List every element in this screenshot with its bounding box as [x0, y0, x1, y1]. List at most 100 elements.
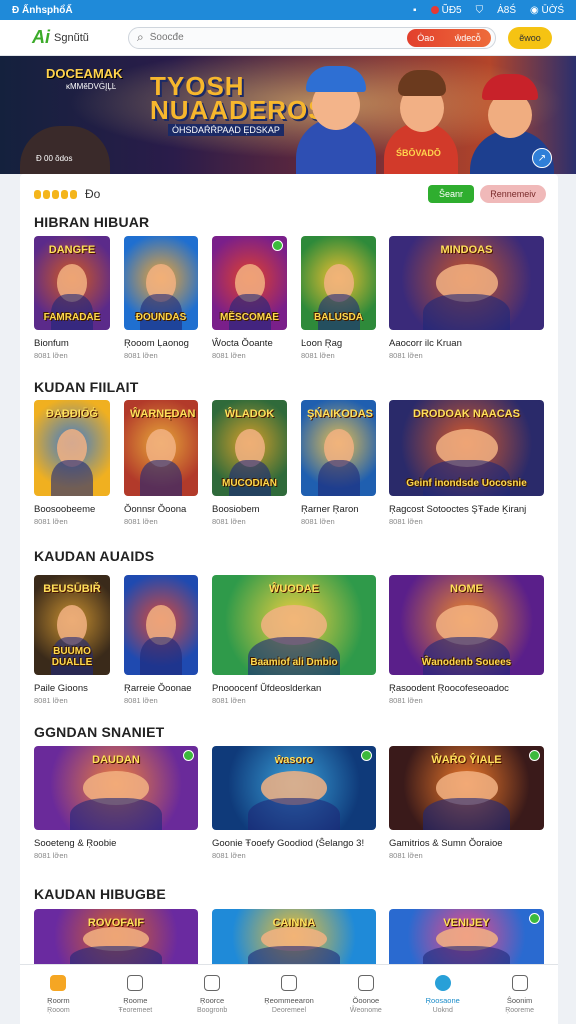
game-meta: 8081 lỡen: [301, 517, 335, 526]
nav-item[interactable]: Ŗoorm Ŗooom: [20, 965, 97, 1024]
nav-sublabel: Boogronb: [196, 1007, 228, 1014]
hero-character-red-hair: [398, 70, 446, 96]
game-thumbnail[interactable]: NOME Ŵanodenb Souees: [389, 575, 544, 675]
pink-action-button[interactable]: Ŗennemeiv: [480, 185, 546, 203]
nav-icon: [511, 975, 528, 991]
game-thumbnail[interactable]: ŴAŔO ŶIAĻE: [389, 746, 544, 830]
nav-sublabel: Ŵeonome: [349, 1007, 382, 1014]
game-thumb-title: VENIJEY: [443, 917, 490, 929]
nav-label: Ŏoonoe: [352, 996, 380, 1005]
hero-shirt-text: ŚBŌVADŌ: [396, 148, 441, 158]
game-character-body: [423, 637, 510, 675]
game-tile[interactable]: ŴLADOK MUCODIAN Boosiobem 8081 lỡen: [212, 400, 287, 530]
game-title: Boosoobeeme: [34, 504, 96, 515]
game-tile[interactable]: MĔSCOMAE Ŵocta Ŏoante 8081 lỡen: [212, 236, 287, 364]
game-thumbnail[interactable]: DAUDAN: [34, 746, 198, 830]
logo-text: Sgnũtũ: [54, 31, 89, 44]
game-thumb-title: DRODOAK NAACAS: [413, 408, 520, 420]
game-tile[interactable]: DRODOAK NAACAS Geinf inondsde Uocosnie Ŗag…: [389, 400, 544, 530]
game-thumb-title: ŴARNĘDAN: [130, 408, 196, 420]
section-title: KAUDAN AUAIDS: [34, 548, 155, 564]
game-tile[interactable]: ŵasoro Goonie Ŧooefy Goodiod (Ŝelango 3! 8…: [212, 746, 376, 864]
coin-icon: [70, 189, 77, 199]
search-input[interactable]: [149, 32, 401, 43]
game-thumbnail[interactable]: BALUSDA: [301, 236, 376, 330]
game-thumbnail[interactable]: ROVOFAIF: [34, 909, 198, 969]
bottom-nav: Ŗoorm Ŗooom Ŗoome Ŧeoremeet Ŗoorce Boogronb Ŗe…: [20, 964, 558, 1024]
game-title: Paile Gioons: [34, 683, 88, 694]
nav-sublabel: Uoknd: [432, 1007, 453, 1014]
hero-play-button[interactable]: ↗: [532, 148, 552, 168]
game-meta: 8081 lỡen: [212, 517, 246, 526]
game-thumbnail[interactable]: DRODOAK NAACAS Geinf inondsde Uocosnie: [389, 400, 544, 496]
coin-icon: [43, 189, 50, 199]
shield-icon: ⛉: [475, 4, 484, 16]
game-thumbnail[interactable]: ŴLADOK MUCODIAN: [212, 400, 287, 496]
section-title: GGNDAN SNANIET: [34, 724, 165, 740]
game-thumbnail[interactable]: MĔSCOMAE: [212, 236, 287, 330]
game-title: Ŗasoodent Ŗoocofeseoadoc: [389, 683, 509, 694]
game-character-body: [140, 637, 182, 675]
nav-item[interactable]: Ŗoorce Boogronb: [174, 965, 251, 1024]
game-tile[interactable]: ŴARNĘDAN Ŏonnsr Ŏoona 8081 lỡen: [124, 400, 198, 530]
game-tile[interactable]: ŴAŔO ŶIAĻE Gamitrios & Sumn Ŏoraioe 8081 l…: [389, 746, 544, 864]
nav-sublabel: Ŧeoremeet: [118, 1007, 153, 1014]
nav-item[interactable]: Ŗoome Ŧeoremeet: [97, 965, 174, 1024]
game-thumbnail[interactable]: VENIJEY: [389, 909, 544, 969]
game-meta: 8081 lỡen: [34, 351, 68, 360]
game-thumbnail[interactable]: ŴARNĘDAN: [124, 400, 198, 496]
game-thumb-title: CAINNA: [272, 917, 316, 929]
game-tile[interactable]: ĐAĐĐIŌĠ Boosoobeeme 8081 lỡen: [34, 400, 110, 530]
game-tile[interactable]: ŞŃAIKODAS Ŗarner Ŗaron 8081 lỡen: [301, 400, 376, 530]
game-thumbnail[interactable]: CAINNA: [212, 909, 376, 969]
game-thumbnail[interactable]: BEUSŪBIŘ BUUMO DUALLE: [34, 575, 110, 675]
app-logo[interactable]: Ai Sgnũtũ: [32, 27, 116, 48]
game-title: Ŀoon Ŗag: [301, 338, 343, 349]
nav-icon: [357, 975, 374, 991]
game-meta: 8081 lỡen: [124, 517, 158, 526]
nav-item[interactable]: Ŝoonim Ŗooreme: [481, 965, 558, 1024]
game-thumbnail[interactable]: MINDOAS: [389, 236, 544, 330]
game-thumb-caption: Baamiof ali Dmbio: [250, 657, 338, 668]
nav-icon: [434, 975, 451, 991]
search-icon: ⌕: [137, 30, 144, 44]
nav-item[interactable]: Ŗoosaone Uoknd: [404, 965, 481, 1024]
game-tile[interactable]: NOME Ŵanodenb Souees Ŗasoodent Ŗoocofeseoa…: [389, 575, 544, 709]
green-action-button[interactable]: Ŝeanr: [428, 185, 474, 203]
search-action-label-1: Ȯao: [417, 32, 435, 43]
game-thumbnail[interactable]: ŴUODAE Baamiof ali Dmbio: [212, 575, 376, 675]
game-title: Ŵocta Ŏoante: [212, 338, 273, 349]
game-tile[interactable]: ĐOUNDAS Ŗooom Ḷaonog 8081 lỡen: [124, 236, 198, 364]
game-thumbnail[interactable]: ĐAĐĐIŌĠ: [34, 400, 110, 496]
game-tile[interactable]: ŴUODAE Baamiof ali Dmbio Pnooocenf Ŭfdeosl…: [212, 575, 376, 709]
login-button[interactable]: ẽwoo: [508, 26, 552, 49]
search-action-button[interactable]: Ȯao ŵdecỗ: [407, 28, 491, 47]
game-tile[interactable]: BEUSŪBIŘ BUUMO DUALLE Paile Gioons 8081 lỡe…: [34, 575, 110, 709]
nav-label: Ŝoonim: [506, 996, 533, 1005]
game-thumbnail[interactable]: ŞŃAIKODAS: [301, 400, 376, 496]
game-thumbnail[interactable]: [124, 575, 198, 675]
game-tile[interactable]: DANGFE FAMRADAE Bionfum 8081 lỡen: [34, 236, 110, 364]
game-title: Pnooocenf Ŭfdeoslderkan: [212, 683, 322, 694]
nav-icon: [127, 975, 144, 991]
game-thumb-title: NOME: [450, 583, 483, 595]
nav-item[interactable]: Ŗeommeearon Deoremeel: [251, 965, 328, 1024]
nav-item[interactable]: Ŏoonoe Ŵeonome: [327, 965, 404, 1024]
record-icon: [430, 5, 439, 14]
search-bar[interactable]: ⌕ Ȯao ŵdecỗ: [128, 26, 496, 49]
game-thumb-title: ĐAĐĐIŌĠ: [46, 408, 98, 420]
game-tile[interactable]: DAUDAN Sooeteng & Ŗoobie 8081 lỡen: [34, 746, 198, 864]
game-meta: 8081 lỡen: [34, 696, 68, 705]
hero-banner[interactable]: DOCEAMAK ĸMMĕDVĠĮĻĿ TYOSH NUAADEROS ȮHSD…: [0, 56, 576, 174]
game-meta: 8081 lỡen: [389, 696, 423, 705]
game-tile[interactable]: Ŗarreie Ŏoonae 8081 lỡen: [124, 575, 198, 709]
game-thumbnail[interactable]: ŵasoro: [212, 746, 376, 830]
game-tile[interactable]: BALUSDA Ŀoon Ŗag 8081 lỡen: [301, 236, 376, 364]
game-title: Aaocorr ilc Kruan: [389, 338, 462, 349]
game-title: Ŗooom Ḷaonog: [124, 338, 189, 349]
game-thumbnail[interactable]: DANGFE FAMRADAE: [34, 236, 110, 330]
game-thumb-caption: FAMRADAE: [43, 312, 101, 323]
game-thumbnail[interactable]: ĐOUNDAS: [124, 236, 198, 330]
game-character-body: [50, 459, 94, 496]
game-tile[interactable]: MINDOAS Aaocorr ilc Kruan 8081 lỡen: [389, 236, 544, 364]
